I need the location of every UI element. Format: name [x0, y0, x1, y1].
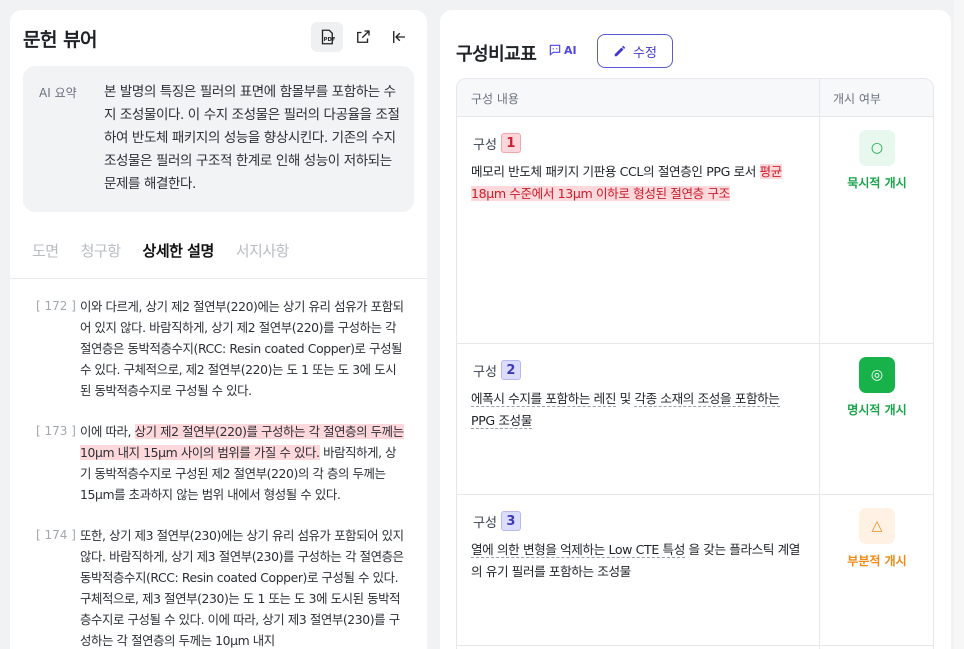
viewer-toolbar: PDF	[311, 22, 415, 52]
status-label: 명시적 개시	[847, 403, 907, 417]
comparison-table: 구성 내용 개시 여부 구성 1 메모리 반도체 패키지 기판용 CCL의 절연층…	[456, 78, 934, 649]
paragraph-text: 이에 따라, 상기 제2 절연부(220)를 구성하는 각 절연층의 두께는 1…	[80, 424, 404, 502]
collapse-panel-button[interactable]	[383, 22, 415, 52]
paragraph-number: [ 173 ]	[36, 424, 76, 438]
double-circle-icon: ◎	[859, 357, 895, 393]
pdf-icon: PDF	[321, 29, 336, 45]
element-description: 에폭시 수지를 포함하는 레진 및 각종 소재의 조성을 포함하는 PPG 조성…	[471, 391, 780, 429]
pencil-icon	[614, 45, 626, 57]
tab-drawings[interactable]: 도면	[32, 240, 59, 261]
status-label: 묵시적 개시	[847, 176, 907, 190]
element-number: 1	[500, 133, 521, 153]
comparison-title: 구성비교표	[456, 44, 537, 65]
paragraph-text: 또한, 상기 제3 절연부(230)에는 상기 유리 섬유가 포함되어 있지 않…	[80, 528, 404, 648]
description-paragraphs: [ 172 ] 이와 다르게, 상기 제2 절연부(220)에는 상기 유리 섬…	[36, 296, 406, 649]
open-external-button[interactable]	[347, 22, 379, 52]
page-scrollbar[interactable]	[954, 0, 964, 649]
tabs-divider	[10, 278, 427, 279]
table-row: 구성 1 메모리 반도체 패키지 기판용 CCL의 절연층인 PPG 로서 평균 …	[457, 117, 933, 344]
disclosure-status: △ 부분적 개시	[820, 508, 933, 569]
tab-bibliography[interactable]: 서지사항	[236, 240, 290, 261]
viewer-tabs: 도면 청구항 상세한 설명 서지사항	[32, 240, 311, 261]
paragraph-text: 이와 다르게, 상기 제2 절연부(220)에는 상기 유리 섬유가 포함되어 …	[80, 299, 404, 398]
element-number: 2	[500, 360, 521, 380]
collapse-left-icon	[393, 31, 405, 43]
pdf-button[interactable]: PDF	[311, 22, 343, 52]
paragraph-172: [ 172 ] 이와 다르게, 상기 제2 절연부(220)에는 상기 유리 섬…	[36, 296, 406, 401]
table-row: 구성 3 열에 의한 변형을 억제하는 Low CTE 특성 을 갖는 플라스틱 …	[457, 495, 933, 646]
table-header: 구성 내용 개시 여부	[457, 79, 933, 117]
status-label: 부분적 개시	[847, 554, 907, 568]
ai-badge: AI	[548, 43, 577, 57]
element-label: 구성 3	[473, 511, 521, 531]
tab-detailed-description[interactable]: 상세한 설명	[143, 240, 215, 261]
col-status-header: 개시 여부	[833, 92, 881, 106]
paragraph-number: [ 172 ]	[36, 299, 76, 313]
svg-text:PDF: PDF	[324, 37, 336, 43]
ai-summary-label: AI 요약	[39, 86, 77, 100]
external-link-icon	[357, 30, 370, 43]
paragraph-number: [ 174 ]	[36, 528, 76, 542]
edit-button[interactable]: 수정	[597, 34, 673, 68]
element-number: 3	[500, 511, 521, 531]
ai-summary-text: 본 발명의 특징은 필러의 표면에 함몰부를 포함하는 수지 조성물이다. 이 …	[104, 84, 400, 192]
document-viewer-panel: 문헌 뷰어 PDF AI 요약 본 발명의 특징은 필러의 표면에 함몰부를 포…	[10, 10, 427, 649]
col-content-header: 구성 내용	[471, 92, 519, 106]
element-label: 구성 2	[473, 360, 521, 380]
triangle-icon: △	[859, 508, 895, 544]
comparison-panel: 구성비교표 AI 수정 구성 내용 개시 여부 구성 1 메모리 반도체 패키지 …	[440, 10, 951, 649]
paragraph-173: [ 173 ] 이에 따라, 상기 제2 절연부(220)를 구성하는 각 절연…	[36, 421, 406, 505]
viewer-title: 문헌 뷰어	[23, 29, 98, 51]
element-label: 구성 1	[473, 133, 521, 153]
tab-claims[interactable]: 청구항	[81, 240, 121, 261]
table-row: 구성 2 에폭시 수지를 포함하는 레진 및 각종 소재의 조성을 포함하는 PP…	[457, 344, 933, 495]
circle-icon: ○	[859, 130, 895, 166]
ai-chat-icon	[549, 44, 561, 56]
paragraph-174: [ 174 ] 또한, 상기 제3 절연부(230)에는 상기 유리 섬유가 포…	[36, 525, 406, 649]
element-description: 메모리 반도체 패키지 기판용 CCL의 절연층인 PPG 로서 평균 18μm…	[471, 164, 782, 201]
disclosure-status: ○ 묵시적 개시	[820, 130, 933, 191]
ai-summary-box: AI 요약 본 발명의 특징은 필러의 표면에 함몰부를 포함하는 수지 조성물…	[23, 66, 414, 212]
disclosure-status: ◎ 명시적 개시	[820, 357, 933, 418]
element-description: 열에 의한 변형을 억제하는 Low CTE 특성 을 갖는 플라스틱 계열의 …	[471, 542, 800, 579]
